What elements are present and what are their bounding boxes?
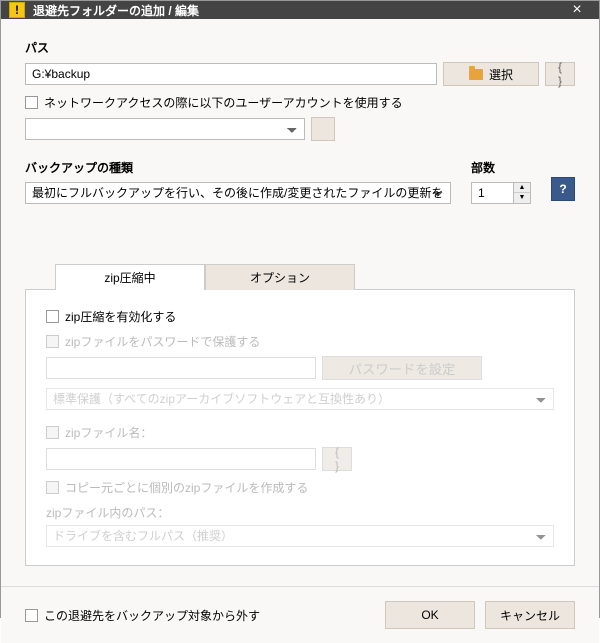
exclude-destination-checkbox[interactable] [25, 609, 38, 622]
zip-path-combo: ドライブを含むフルパス（推奨） [46, 525, 554, 547]
user-account-combo[interactable] [25, 118, 305, 140]
tab-zip[interactable]: zip圧縮中 [55, 264, 205, 290]
enable-zip-checkbox[interactable] [46, 310, 59, 323]
path-input[interactable] [25, 63, 437, 85]
cancel-button[interactable]: キャンセル [485, 601, 575, 629]
password-input [46, 357, 316, 379]
network-access-checkbox[interactable] [25, 96, 38, 109]
copies-label: 部数 [471, 159, 531, 176]
zip-filename-input [46, 448, 316, 470]
zip-filename-checkbox [46, 426, 59, 439]
protection-level-combo: 標準保護（すべてのzipアーカイブソフトウェアと互換性あり） [46, 388, 554, 410]
content-area: パス 選択 { } ネットワークアクセスの際に以下のユーザーアカウントを使用する… [1, 19, 599, 586]
copies-input[interactable] [471, 182, 513, 204]
backup-type-label: バックアップの種類 [25, 159, 451, 176]
zip-filename-vars-button: { } [322, 447, 352, 471]
zip-path-label: zipファイル内のパス： [46, 504, 554, 521]
user-account-edit-button[interactable] [311, 117, 335, 141]
close-button[interactable]: × [563, 1, 591, 19]
variables-button[interactable]: { } [545, 62, 575, 86]
folder-icon [469, 69, 483, 80]
exclude-destination-label: この退避先をバックアップ対象から外す [44, 607, 260, 624]
backup-type-combo[interactable]: 最初にフルバックアップを行い、その後に作成/変更されたファイルの更新を行う [25, 182, 451, 204]
tab-options[interactable]: オプション [205, 264, 355, 290]
footer: この退避先をバックアップ対象から外す OK キャンセル [1, 586, 599, 643]
path-label: パス [25, 39, 575, 56]
spin-down[interactable]: ▼ [514, 193, 530, 203]
spin-up[interactable]: ▲ [514, 183, 530, 193]
set-password-button: パスワードを設定 [322, 356, 482, 380]
separate-zip-checkbox [46, 481, 59, 494]
password-protect-checkbox [46, 335, 59, 348]
dialog-window: ! 退避先フォルダーの追加 / 編集 × パス 選択 { } ネットワークアクセ… [0, 0, 600, 618]
tab-strip: zip圧縮中 オプション [25, 264, 575, 290]
enable-zip-label: zip圧縮を有効化する [65, 308, 176, 325]
help-button[interactable]: ? [551, 177, 575, 201]
ok-button[interactable]: OK [385, 601, 475, 629]
dialog-title: 退避先フォルダーの追加 / 編集 [33, 2, 563, 19]
copies-spinner[interactable]: ▲ ▼ [471, 182, 531, 204]
titlebar: ! 退避先フォルダーの追加 / 編集 × [1, 1, 599, 19]
warning-icon: ! [9, 2, 25, 18]
tab-panel-zip: zip圧縮を有効化する zipファイルをパスワードで保護する パスワードを設定 … [25, 289, 575, 566]
password-protect-label: zipファイルをパスワードで保護する [65, 333, 260, 350]
separate-zip-label: コピー元ごとに個別のzipファイルを作成する [65, 479, 308, 496]
network-access-label: ネットワークアクセスの際に以下のユーザーアカウントを使用する [44, 94, 403, 111]
zip-filename-label: zipファイル名： [65, 424, 152, 441]
select-folder-button[interactable]: 選択 [443, 62, 539, 86]
select-button-label: 選択 [489, 66, 513, 83]
